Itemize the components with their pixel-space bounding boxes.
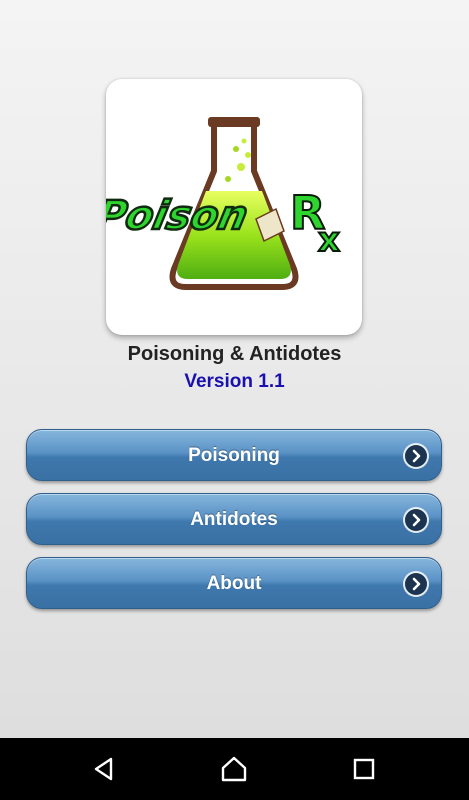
home-button[interactable] bbox=[204, 738, 264, 800]
back-triangle-icon bbox=[94, 757, 113, 781]
antidotes-button-label: Antidotes bbox=[190, 509, 278, 530]
poisoning-button-label: Poisoning bbox=[188, 445, 280, 466]
svg-text:Poison: Poison bbox=[106, 191, 252, 238]
svg-text:x: x bbox=[318, 220, 340, 260]
app-logo: Poison R x bbox=[106, 79, 362, 335]
poisoning-button[interactable]: Poisoning bbox=[26, 429, 442, 481]
chevron-right-circle-icon bbox=[405, 573, 427, 595]
chevron-right-circle-icon bbox=[405, 445, 427, 467]
about-button[interactable]: About bbox=[26, 557, 442, 609]
recents-square-icon bbox=[353, 758, 375, 780]
recents-button[interactable] bbox=[334, 738, 394, 800]
antidotes-button[interactable]: Antidotes bbox=[26, 493, 442, 545]
chevron-right-circle-icon bbox=[405, 509, 427, 531]
back-button[interactable] bbox=[74, 738, 134, 800]
navigation-bar bbox=[0, 738, 469, 800]
poisonrx-logo-image: Poison R x bbox=[106, 117, 341, 290]
about-button-label: About bbox=[206, 573, 262, 594]
home-icon bbox=[221, 756, 247, 782]
app-version: Version 1.1 bbox=[184, 371, 285, 392]
app-title: Poisoning & Antidotes bbox=[127, 343, 342, 365]
